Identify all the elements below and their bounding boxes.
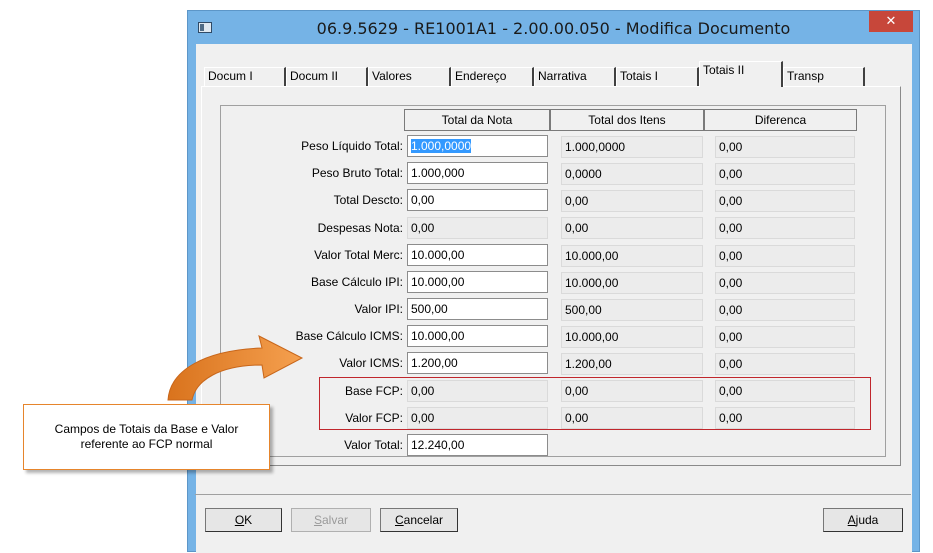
label-despesas-nota: Despesas Nota: [317, 221, 403, 235]
label-base-calculo-ipi: Base Cálculo IPI: [310, 275, 403, 289]
field-valor-ipi-nota[interactable]: 500,00 [407, 298, 548, 320]
field-valor-icms-diferenca: 0,00 [715, 353, 855, 375]
field-base-calculo-icms-diferenca: 0,00 [715, 326, 855, 348]
field-despesas-nota-itens: 0,00 [561, 217, 703, 239]
tab-totais-i[interactable]: Totais I [616, 67, 699, 86]
ok-button[interactable]: OK [205, 508, 282, 532]
close-button[interactable]: ✕ [869, 11, 913, 32]
salvar-button[interactable]: Salvar [291, 508, 371, 532]
field-peso-liquido-nota[interactable]: 1.000,0000 [407, 135, 548, 157]
ajuda-button[interactable]: Ajuda [823, 508, 903, 532]
col-header-total-itens: Total dos Itens [550, 109, 704, 131]
field-valor-total-merc-nota[interactable]: 10.000,00 [407, 244, 548, 266]
tab-docum-i[interactable]: Docum I [204, 67, 286, 86]
cancelar-button[interactable]: Cancelar [380, 508, 458, 532]
field-valor-total-nota[interactable]: 12.240,00 [407, 434, 548, 456]
field-despesas-nota-diferenca: 0,00 [715, 217, 855, 239]
field-despesas-nota-nota: 0,00 [407, 217, 548, 239]
close-icon: ✕ [885, 13, 897, 28]
field-valor-ipi-itens: 500,00 [561, 299, 703, 321]
annotation-callout: Campos de Totais da Base e Valor referen… [23, 404, 270, 470]
tab-narrativa[interactable]: Narrativa [534, 67, 616, 86]
field-valor-ipi-diferenca: 0,00 [715, 299, 855, 321]
field-valor-icms-nota[interactable]: 1.200,00 [407, 352, 548, 374]
field-base-calculo-ipi-itens: 10.000,00 [561, 272, 703, 294]
label-valor-icms: Valor ICMS: [339, 356, 403, 370]
field-base-calculo-ipi-diferenca: 0,00 [715, 272, 855, 294]
field-valor-total-merc-diferenca: 0,00 [715, 245, 855, 267]
label-valor-ipi: Valor IPI: [354, 302, 403, 316]
label-valor-total-merc: Valor Total Merc: [314, 248, 403, 262]
field-valor-total-merc-itens: 10.000,00 [561, 245, 703, 267]
field-base-calculo-icms-itens: 10.000,00 [561, 326, 703, 348]
field-valor-icms-itens: 1.200,00 [561, 353, 703, 375]
tab-totais-ii[interactable]: Totais II [699, 61, 783, 87]
col-header-total-nota: Total da Nota [404, 109, 550, 131]
button-bar-divider [195, 494, 911, 495]
tab-docum-ii[interactable]: Docum II [286, 67, 368, 86]
field-total-descto-nota[interactable]: 0,00 [407, 189, 548, 211]
label-base-calculo-icms: Base Cálculo ICMS: [295, 329, 403, 343]
label-valor-total: Valor Total: [344, 438, 403, 452]
tab-valores[interactable]: Valores [368, 67, 451, 86]
field-base-calculo-ipi-nota[interactable]: 10.000,00 [407, 271, 548, 293]
window-title: 06.9.5629 - RE1001A1 - 2.00.00.050 - Mod… [316, 19, 791, 38]
label-total-descto: Total Descto: [333, 193, 403, 207]
title-bar: 06.9.5629 - RE1001A1 - 2.00.00.050 - Mod… [188, 11, 919, 44]
label-peso-liquido: Peso Líquido Total: [301, 139, 403, 153]
field-total-descto-itens: 0,00 [561, 190, 703, 212]
tab-endereco[interactable]: Endereço [451, 67, 534, 86]
fcp-highlight-box [319, 377, 871, 430]
field-total-descto-diferenca: 0,00 [715, 190, 855, 212]
field-peso-bruto-diferenca: 0,00 [715, 163, 855, 185]
field-peso-liquido-itens: 1.000,0000 [561, 136, 703, 158]
field-peso-bruto-itens: 0,0000 [561, 163, 703, 185]
field-base-calculo-icms-nota[interactable]: 10.000,00 [407, 325, 548, 347]
field-peso-bruto-nota[interactable]: 1.000,000 [407, 162, 548, 184]
col-header-diferenca: Diferenca [704, 109, 857, 131]
field-peso-liquido-diferenca: 0,00 [715, 136, 855, 158]
label-peso-bruto: Peso Bruto Total: [311, 166, 403, 180]
tab-transp[interactable]: Transp [783, 67, 865, 86]
